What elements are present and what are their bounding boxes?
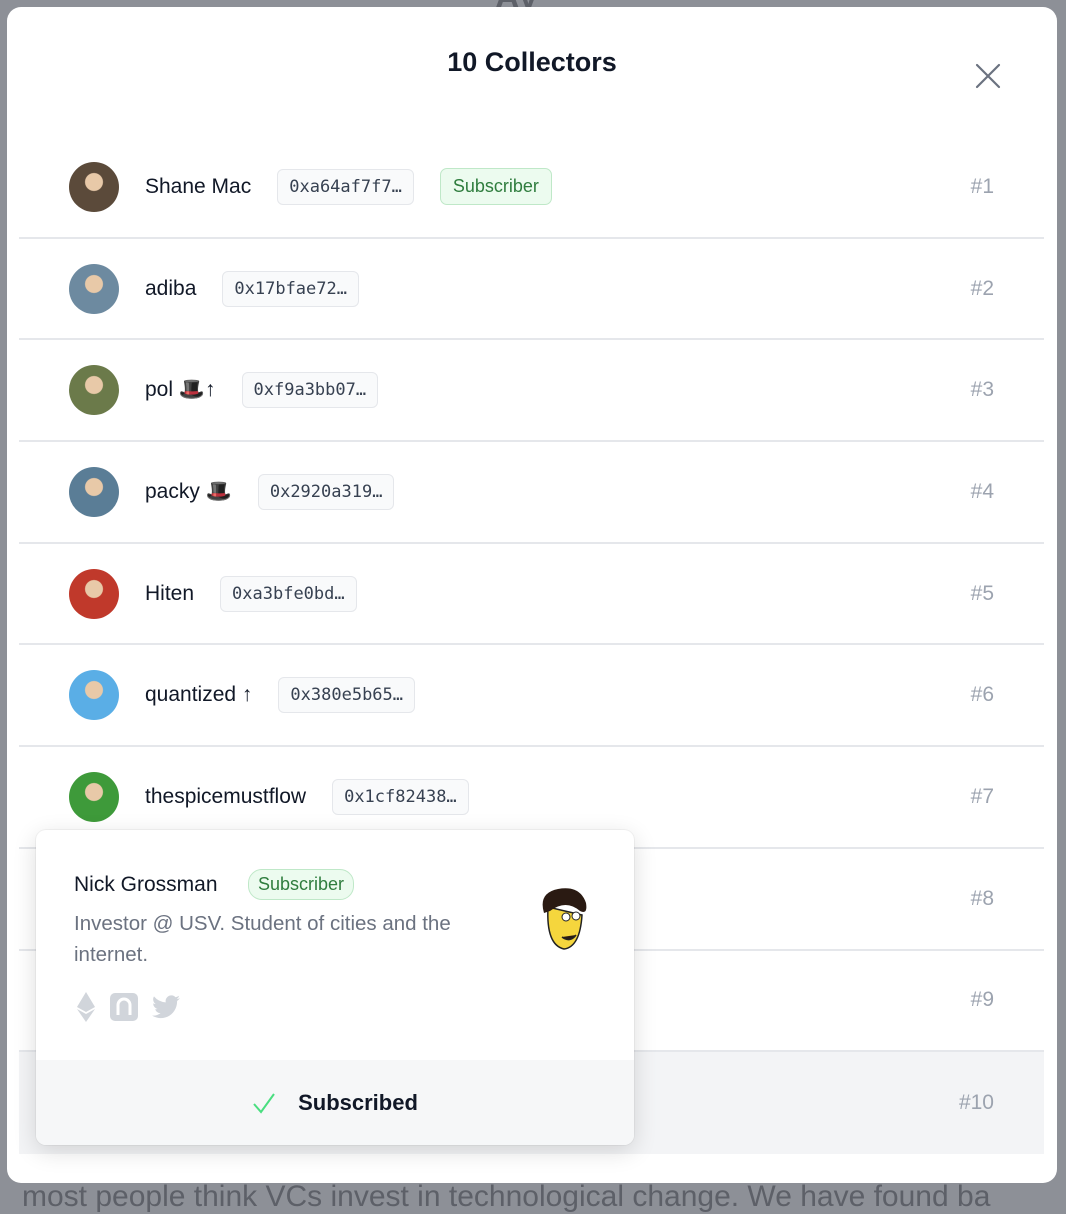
collector-name[interactable]: Hiten [145, 582, 194, 606]
wallet-address[interactable]: 0x2920a319… [257, 473, 395, 510]
subscriber-badge: Subscriber [248, 869, 355, 900]
collector-rank: #9 [970, 988, 994, 1012]
collector-name[interactable]: thespicemustflow [145, 785, 306, 809]
avatar [542, 888, 587, 950]
ethereum-icon[interactable] [76, 992, 96, 1022]
wallet-address[interactable]: 0xa64af7f7… [277, 168, 414, 205]
subscribed-button[interactable]: Subscribed [36, 1060, 634, 1145]
close-icon[interactable] [973, 61, 1003, 91]
collector-row[interactable]: adiba 0x17bfae72… #2 [19, 239, 1044, 341]
wallet-address[interactable]: 0xa3bfe0bd… [220, 575, 357, 612]
profile-popover: Nick Grossman Subscriber Investor @ USV.… [36, 830, 634, 1145]
subscriber-badge: Subscriber [439, 168, 552, 206]
wallet-address[interactable]: 0x380e5b65… [278, 677, 416, 714]
collector-rank: #1 [970, 174, 994, 198]
collector-row[interactable]: packy 🎩 0x2920a319… #4 [19, 442, 1044, 544]
avatar [69, 263, 119, 314]
subscribed-label: Subscribed [298, 1089, 418, 1115]
collector-row[interactable]: pol 🎩↑ 0xf9a3bb07… #3 [19, 340, 1044, 443]
wallet-address[interactable]: 0x17bfae72… [222, 270, 359, 307]
mirror-icon[interactable] [110, 993, 138, 1021]
collector-rank: #7 [970, 784, 994, 808]
collector-rank: #3 [970, 378, 994, 402]
collector-name[interactable]: quantized ↑ [145, 683, 252, 707]
avatar [69, 568, 119, 619]
avatar [69, 771, 119, 822]
wallet-address[interactable]: 0xf9a3bb07… [241, 372, 379, 409]
avatar [69, 161, 119, 212]
modal-title: 10 Collectors [447, 47, 617, 77]
avatar [69, 365, 119, 416]
avatar [69, 466, 119, 517]
collector-rank: #2 [970, 276, 994, 300]
check-icon [253, 1092, 275, 1114]
collector-name[interactable]: pol 🎩↑ [145, 378, 216, 402]
avatar [69, 670, 119, 721]
collector-row[interactable]: Hiten 0xa3bfe0bd… #5 [19, 544, 1044, 646]
collector-rank: #8 [970, 886, 994, 910]
background-article-text: most people think VCs invest in technolo… [22, 1180, 991, 1213]
popover-bio: Investor @ USV. Student of cities and th… [74, 912, 451, 966]
collector-rank: #6 [970, 683, 994, 707]
collector-name[interactable]: packy 🎩 [145, 480, 232, 504]
collector-rank: #10 [958, 1091, 994, 1115]
collector-rank: #5 [970, 581, 994, 605]
popover-name[interactable]: Nick Grossman [74, 873, 218, 897]
wallet-address[interactable]: 0x1cf82438… [332, 778, 469, 815]
collector-row[interactable]: Shane Mac 0xa64af7f7… Subscriber #1 [19, 137, 1044, 239]
collector-name[interactable]: Shane Mac [145, 175, 251, 199]
collector-name[interactable]: adiba [145, 277, 196, 301]
collector-row[interactable]: quantized ↑ 0x380e5b65… #6 [19, 645, 1044, 748]
twitter-icon[interactable] [152, 995, 180, 1019]
collector-rank: #4 [970, 479, 994, 503]
